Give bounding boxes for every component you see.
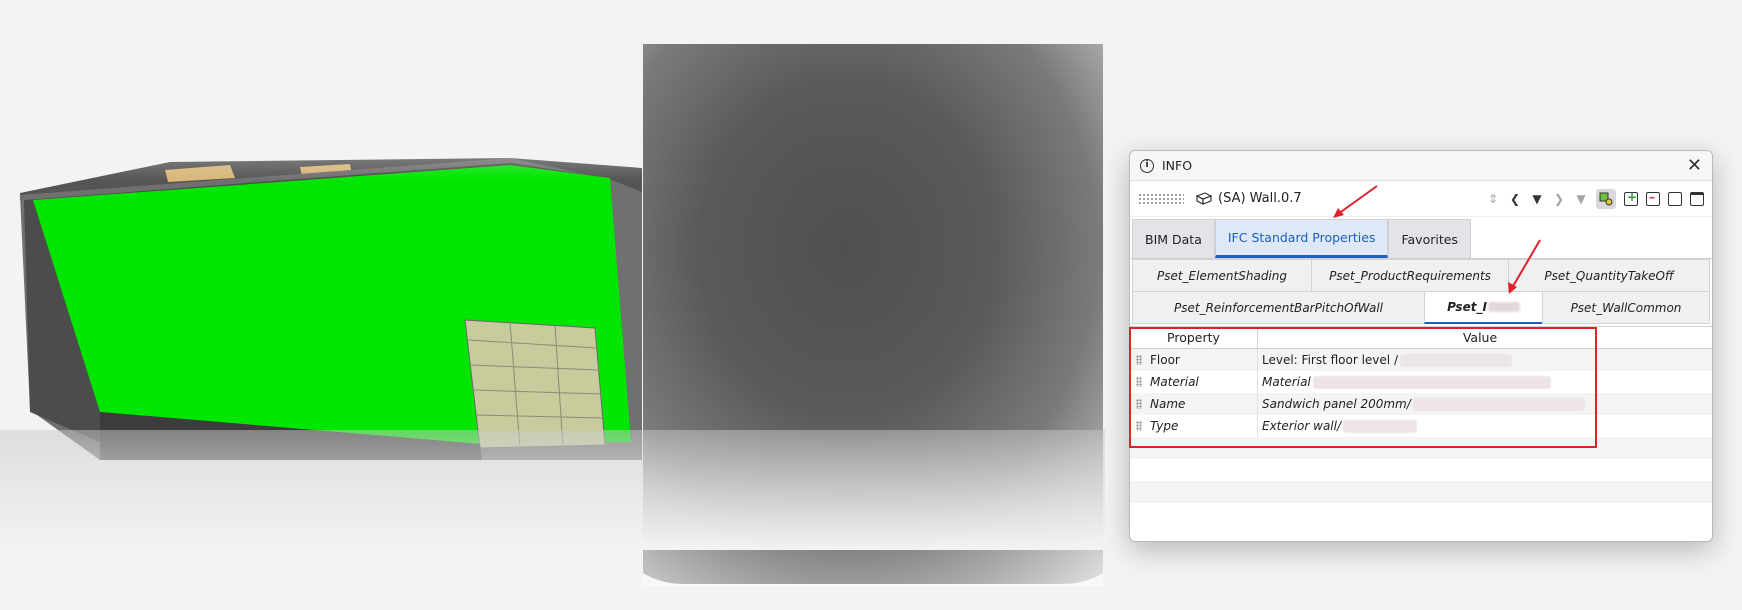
- pset-row: Pset_ReinforcementBarPitchOfWall Pset_I …: [1132, 291, 1710, 324]
- property-name: Type: [1150, 419, 1179, 433]
- table-row[interactable]: Name Sandwich panel 200mm/: [1130, 393, 1712, 415]
- properties-table: Property Value Floor Level: First floor …: [1130, 326, 1712, 525]
- empty-row: [1130, 459, 1712, 481]
- drag-grip-icon[interactable]: [1138, 192, 1184, 205]
- table-row[interactable]: Floor Level: First floor level /: [1130, 349, 1712, 371]
- door-panel[interactable]: [464, 319, 606, 449]
- property-value: Material: [1262, 375, 1311, 389]
- viewport-fade: [0, 30, 642, 180]
- table-row[interactable]: Type Exterior wall/: [1130, 415, 1712, 437]
- tab-pset-product-requirements[interactable]: Pset_ProductRequirements: [1311, 259, 1509, 292]
- tab-favorites[interactable]: Favorites: [1388, 219, 1471, 258]
- remove-favorite-icon[interactable]: [1646, 190, 1660, 206]
- next-icon[interactable]: ❯: [1552, 192, 1566, 206]
- window-title: INFO: [1162, 158, 1193, 173]
- redacted-text: [1343, 419, 1418, 433]
- empty-row: [1130, 503, 1712, 525]
- tab-ifc-standard-properties[interactable]: IFC Standard Properties: [1214, 219, 1389, 258]
- empty-row: [1130, 481, 1712, 503]
- add-favorite-icon[interactable]: [1624, 190, 1638, 206]
- row-drag-icon[interactable]: [1136, 377, 1142, 387]
- property-name: Material: [1150, 375, 1199, 389]
- prev-icon[interactable]: ❮: [1508, 192, 1522, 206]
- main-tabs: BIM Data IFC Standard Properties Favorit…: [1130, 217, 1712, 259]
- redacted-text: [1312, 375, 1551, 389]
- tab-pset-active[interactable]: Pset_I: [1424, 291, 1543, 324]
- info-icon: i: [1140, 158, 1154, 173]
- tab-bim-data[interactable]: BIM Data: [1132, 219, 1215, 258]
- dropdown-dim-icon[interactable]: ▼: [1574, 192, 1588, 206]
- property-name: Name: [1150, 397, 1186, 411]
- property-value: Sandwich panel 200mm/: [1262, 397, 1411, 411]
- table-body: Floor Level: First floor level / Materia…: [1130, 349, 1712, 525]
- redacted-text: [1487, 302, 1520, 312]
- row-drag-icon[interactable]: [1136, 399, 1142, 409]
- pset-tabs: Pset_ElementShading Pset_ProductRequirem…: [1130, 259, 1712, 324]
- dropdown-icon[interactable]: ▼: [1530, 192, 1544, 206]
- tab-pset-quantity-takeoff[interactable]: Pset_QuantityTakeOff: [1508, 259, 1710, 292]
- property-value: Exterior wall/: [1262, 419, 1342, 433]
- row-drag-icon[interactable]: [1136, 421, 1142, 431]
- column-header-value[interactable]: Value: [1258, 327, 1712, 348]
- tab-pset-reinforcement[interactable]: Pset_ReinforcementBarPitchOfWall: [1132, 291, 1425, 324]
- property-name: Floor: [1150, 353, 1180, 367]
- wall-element-icon: [1196, 192, 1212, 205]
- tab-pset-wall-common[interactable]: Pset_WallCommon: [1542, 291, 1710, 324]
- select-filter-glyph: [1599, 192, 1613, 205]
- window-icon[interactable]: [1690, 191, 1704, 206]
- column-header-property[interactable]: Property: [1130, 327, 1258, 348]
- empty-row: [1130, 437, 1712, 459]
- viewport-bottom-fade: [0, 430, 1105, 550]
- pset-row: Pset_ElementShading Pset_ProductRequirem…: [1132, 259, 1710, 292]
- redacted-text: [1399, 353, 1512, 367]
- element-name: (SA) Wall.0.7: [1218, 191, 1302, 206]
- title-bar[interactable]: i INFO ✕: [1130, 151, 1712, 181]
- 3d-viewport[interactable]: [0, 30, 642, 460]
- close-icon[interactable]: ✕: [1687, 156, 1702, 175]
- info-window: i INFO ✕ (SA) Wall.0.7 ⇕ ❮ ▼ ❯ ▼ + – BIM…: [1129, 150, 1713, 542]
- redacted-text: [1412, 397, 1585, 411]
- property-value: Level: First floor level /: [1262, 353, 1398, 367]
- sort-updown-icon[interactable]: ⇕: [1486, 192, 1500, 206]
- pset-active-label: Pset_I: [1447, 300, 1487, 314]
- toolbar: (SA) Wall.0.7 ⇕ ❮ ▼ ❯ ▼: [1130, 181, 1712, 217]
- tab-pset-element-shading[interactable]: Pset_ElementShading: [1132, 259, 1312, 292]
- row-drag-icon[interactable]: [1136, 355, 1142, 365]
- table-header: Property Value: [1130, 327, 1712, 349]
- select-filter-icon[interactable]: [1596, 188, 1616, 209]
- clear-icon[interactable]: [1668, 191, 1682, 206]
- table-row[interactable]: Material Material: [1130, 371, 1712, 393]
